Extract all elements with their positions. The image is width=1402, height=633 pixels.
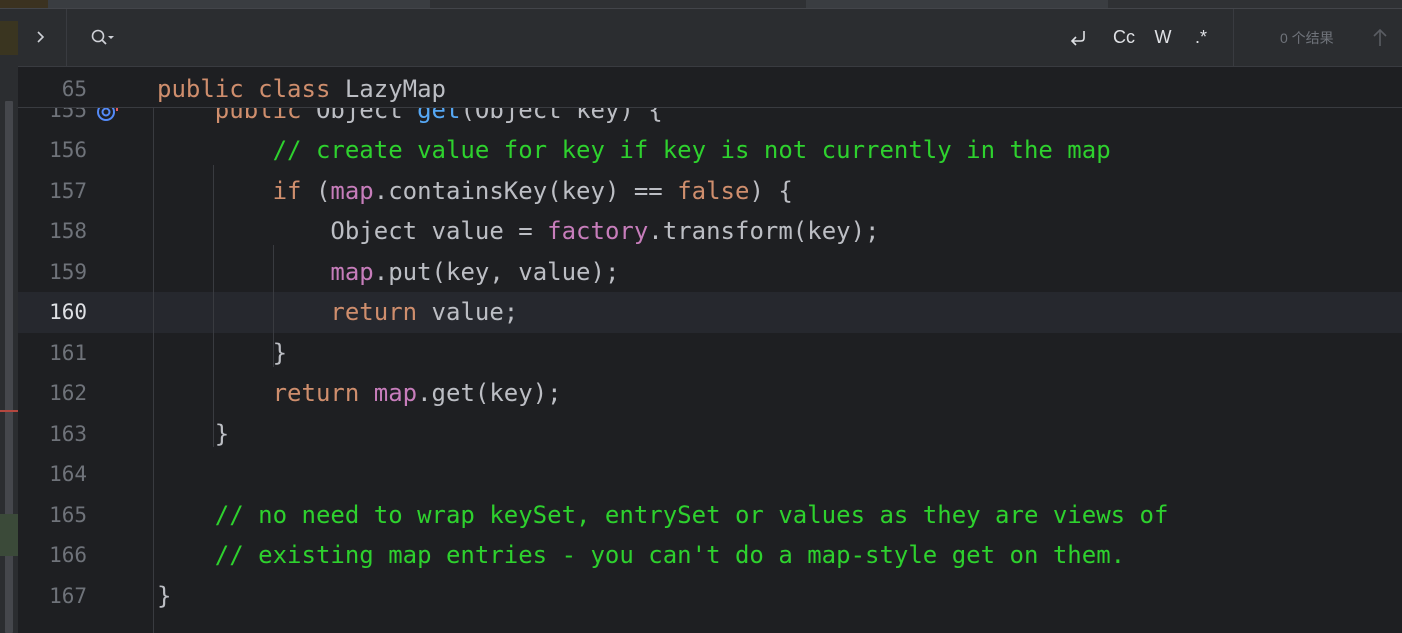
code-token: Object value = (157, 217, 548, 245)
search-results-count: 0 个结果 (1280, 30, 1334, 46)
indent-guide (153, 107, 154, 633)
code-token: value; (431, 298, 519, 326)
arrow-up-icon[interactable] (1370, 27, 1390, 49)
line-number: 157 (49, 178, 87, 203)
code-text: } (157, 414, 229, 454)
chevron-right-icon[interactable] (32, 27, 50, 47)
code-token: map (330, 176, 374, 205)
tab-segment[interactable] (430, 0, 806, 8)
line-number: 158 (49, 219, 87, 243)
line-number: 163 (49, 421, 87, 446)
code-editor[interactable]: 154 //155 public Object get(Object key) … (18, 67, 1402, 633)
code-token: .put(key, value); (373, 257, 620, 286)
code-line[interactable]: 164 (18, 454, 1402, 495)
code-token: public (157, 75, 259, 103)
code-line[interactable]: 163 } (18, 414, 1402, 455)
code-token: return (330, 298, 432, 326)
line-number: 166 (49, 543, 87, 567)
code-text: } (157, 333, 287, 373)
newline-wrap-icon[interactable] (1066, 25, 1092, 49)
code-token: ( (315, 176, 331, 205)
code-token: .containsKey(key) == (373, 176, 678, 205)
code-line[interactable]: 162 return map.get(key); (18, 373, 1402, 414)
code-token: class (258, 75, 345, 103)
code-text: return value; (157, 292, 518, 332)
line-number: 160 (49, 300, 87, 324)
indent-guide (213, 165, 214, 447)
code-token: .transform(key); (648, 217, 880, 245)
line-number: 164 (49, 462, 87, 486)
code-token: map (373, 379, 418, 407)
change-marker (0, 21, 18, 55)
ide-editor-window: Cc W .* 0 个结果 154 //155 public Object ge… (0, 0, 1402, 633)
find-bar: Cc W .* 0 个结果 (18, 9, 1402, 67)
sticky-class-header[interactable]: 65 public class LazyMap (18, 67, 1402, 108)
code-line[interactable]: 158 Object value = factory.transform(key… (18, 211, 1402, 252)
words-button[interactable]: W (1150, 25, 1176, 49)
code-text: } (157, 576, 171, 616)
code-line[interactable]: 166 // existing map entries - you can't … (18, 535, 1402, 576)
code-token: map (330, 257, 374, 286)
code-token: } (157, 338, 288, 367)
line-number: 165 (49, 502, 87, 527)
tab-segment[interactable] (0, 0, 48, 8)
code-text: // no need to wrap keySet, entrySet or v… (157, 495, 1169, 535)
code-token: false (677, 176, 750, 205)
left-gutter-strip (0, 9, 18, 633)
code-token: } (157, 581, 172, 610)
code-token: .get(key); (417, 379, 562, 407)
code-token: } (157, 419, 230, 448)
code-token: ) { (749, 176, 793, 205)
match-case-button[interactable]: Cc (1108, 25, 1140, 49)
code-token: return (272, 379, 374, 407)
search-input[interactable] (130, 23, 1054, 53)
code-token: // create value for key if key is not cu… (157, 136, 1111, 164)
line-number: 161 (49, 340, 87, 365)
error-marker (0, 410, 18, 412)
code-line[interactable]: 165 // no need to wrap keySet, entrySet … (18, 495, 1402, 536)
code-token: factory (547, 217, 649, 245)
regex-button[interactable]: .* (1188, 25, 1214, 49)
code-token: // no need to wrap keySet, entrySet or v… (157, 500, 1169, 529)
indent-guide (273, 245, 274, 367)
search-history-icon[interactable] (90, 28, 116, 48)
code-text: if (map.containsKey(key) == false) { (157, 171, 793, 211)
code-text: map.put(key, value); (157, 252, 619, 292)
code-line[interactable]: 167} (18, 576, 1402, 617)
line-number: 167 (49, 583, 87, 608)
code-line[interactable]: 159 map.put(key, value); (18, 252, 1402, 293)
code-text: // existing map entries - you can't do a… (157, 535, 1125, 575)
code-text: return map.get(key); (157, 373, 562, 413)
sticky-code-text: public class LazyMap (157, 67, 446, 111)
code-line[interactable]: 161 } (18, 333, 1402, 374)
change-marker (0, 514, 18, 556)
tab-segment[interactable] (806, 0, 1108, 8)
tab-segment[interactable] (48, 0, 430, 8)
code-text: // create value for key if key is not cu… (157, 130, 1111, 170)
code-line[interactable]: 157 if (map.containsKey(key) == false) { (18, 171, 1402, 212)
line-number: 159 (49, 259, 87, 284)
code-line[interactable]: 156 // create value for key if key is no… (18, 130, 1402, 171)
code-text: Object value = factory.transform(key); (157, 211, 879, 251)
editor-tab-strip (0, 0, 1402, 9)
line-number: 162 (49, 381, 87, 405)
code-line[interactable]: 160 return value; (18, 292, 1402, 333)
code-token: LazyMap (344, 75, 447, 103)
line-number: 156 (49, 138, 87, 162)
line-number: 65 (61, 77, 87, 101)
code-token: if (272, 176, 316, 205)
tab-segment[interactable] (1108, 0, 1402, 8)
code-token: // existing map entries - you can't do a… (157, 541, 1126, 569)
